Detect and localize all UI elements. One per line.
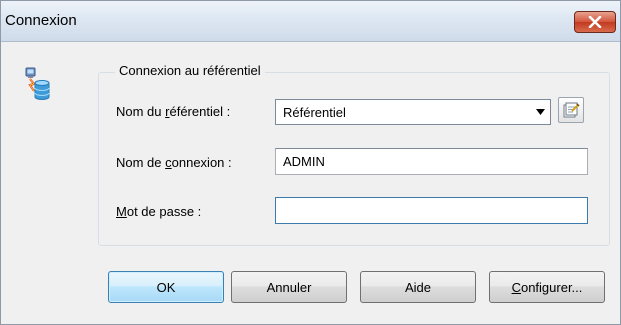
login-field-box	[275, 148, 588, 175]
help-button[interactable]: Aide	[360, 271, 476, 303]
password-label: Mot de passe :	[116, 204, 202, 219]
repository-select[interactable]: Référentiel	[275, 99, 551, 125]
configure-accel: C	[511, 279, 521, 295]
configure-label: onfigurer...	[520, 279, 583, 295]
repository-select-value: Référentiel	[283, 105, 346, 120]
ok-button[interactable]: OK	[108, 271, 224, 303]
database-connection-icon	[25, 67, 50, 100]
group-legend: Connexion au référentiel	[115, 63, 265, 78]
login-label: Nom de connexion :	[116, 155, 232, 170]
close-icon	[588, 16, 602, 28]
login-field[interactable]	[276, 149, 587, 174]
window-title: Connexion	[5, 12, 77, 29]
close-button[interactable]	[574, 11, 616, 33]
title-bar[interactable]: Connexion	[1, 1, 620, 42]
browse-repository-icon	[563, 102, 580, 118]
cancel-button[interactable]: Annuler	[231, 271, 347, 303]
browse-repository-button[interactable]	[558, 97, 584, 123]
password-field-box	[275, 197, 588, 224]
repository-label: Nom du référentiel :	[116, 104, 231, 119]
password-field[interactable]	[276, 198, 587, 223]
dialog-window: Connexion Connexion au référentiel Nom d…	[0, 0, 621, 325]
configure-button[interactable]: Configurer...	[489, 271, 605, 303]
chevron-down-icon[interactable]	[536, 109, 545, 115]
